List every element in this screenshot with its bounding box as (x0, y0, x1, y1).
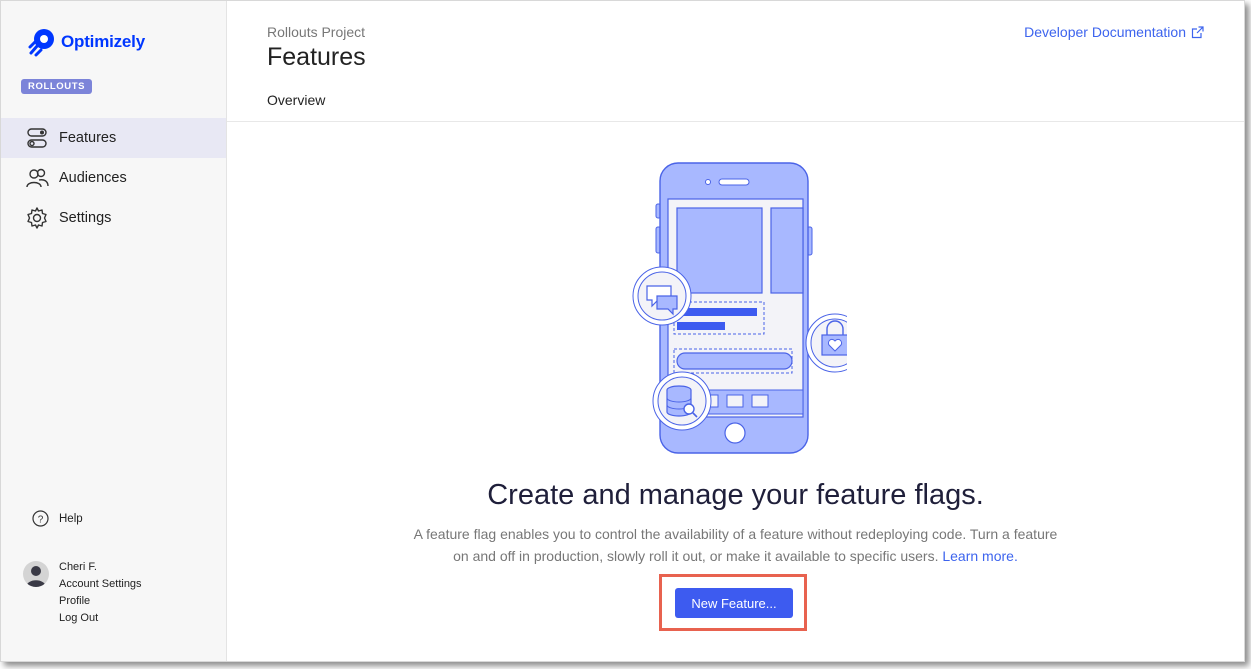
tab-overview[interactable]: Overview (267, 92, 325, 108)
empty-state-description: A feature flag enables you to control th… (407, 523, 1064, 567)
sidebar: Optimizely ROLLOUTS Features Audiences S… (1, 1, 227, 661)
brand-name: Optimizely (61, 32, 145, 51)
developer-documentation-link[interactable]: Developer Documentation (1024, 24, 1204, 40)
app-window: Optimizely ROLLOUTS Features Audiences S… (0, 0, 1245, 662)
optimizely-logo[interactable]: Optimizely (27, 27, 145, 57)
toggle-icon (27, 128, 47, 148)
log-out-link[interactable]: Log Out (59, 610, 142, 627)
external-link-icon (1191, 25, 1204, 38)
empty-state-headline: Create and manage your feature flags. (487, 479, 984, 511)
dev-doc-label: Developer Documentation (1024, 24, 1186, 40)
account-settings-link[interactable]: Account Settings (59, 576, 142, 593)
new-feature-button[interactable]: New Feature... (675, 588, 793, 618)
product-badge: ROLLOUTS (21, 79, 93, 94)
sidebar-item-features[interactable]: Features (1, 118, 226, 158)
sidebar-item-label: Features (59, 130, 117, 146)
avatar[interactable] (23, 561, 49, 587)
main-content: Rollouts Project Features Overview Devel… (227, 1, 1244, 661)
sidebar-item-label: Audiences (59, 170, 127, 186)
account-name: Cheri F. (59, 561, 97, 573)
user-avatar-icon (26, 566, 46, 587)
svg-text:?: ? (38, 514, 44, 525)
page-title: Features (267, 43, 366, 71)
help-label: Help (59, 512, 83, 525)
profile-link[interactable]: Profile (59, 593, 142, 610)
gear-icon (27, 207, 47, 229)
sidebar-nav: Features Audiences Settings (1, 118, 226, 238)
question-circle-icon: ? (32, 510, 49, 527)
rocket-logo-icon (28, 29, 54, 57)
page-header: Rollouts Project Features Overview Devel… (227, 1, 1244, 122)
sidebar-item-settings[interactable]: Settings (1, 198, 226, 238)
people-icon (26, 168, 49, 188)
help-link[interactable]: ? Help (32, 510, 83, 527)
sidebar-item-label: Settings (59, 210, 112, 226)
learn-more-link[interactable]: Learn more. (942, 548, 1017, 564)
sidebar-item-audiences[interactable]: Audiences (1, 158, 226, 198)
account-links: Cheri F. Account Settings Profile Log Ou… (59, 559, 142, 627)
phone-illustration (632, 162, 847, 454)
breadcrumb[interactable]: Rollouts Project (267, 24, 365, 40)
